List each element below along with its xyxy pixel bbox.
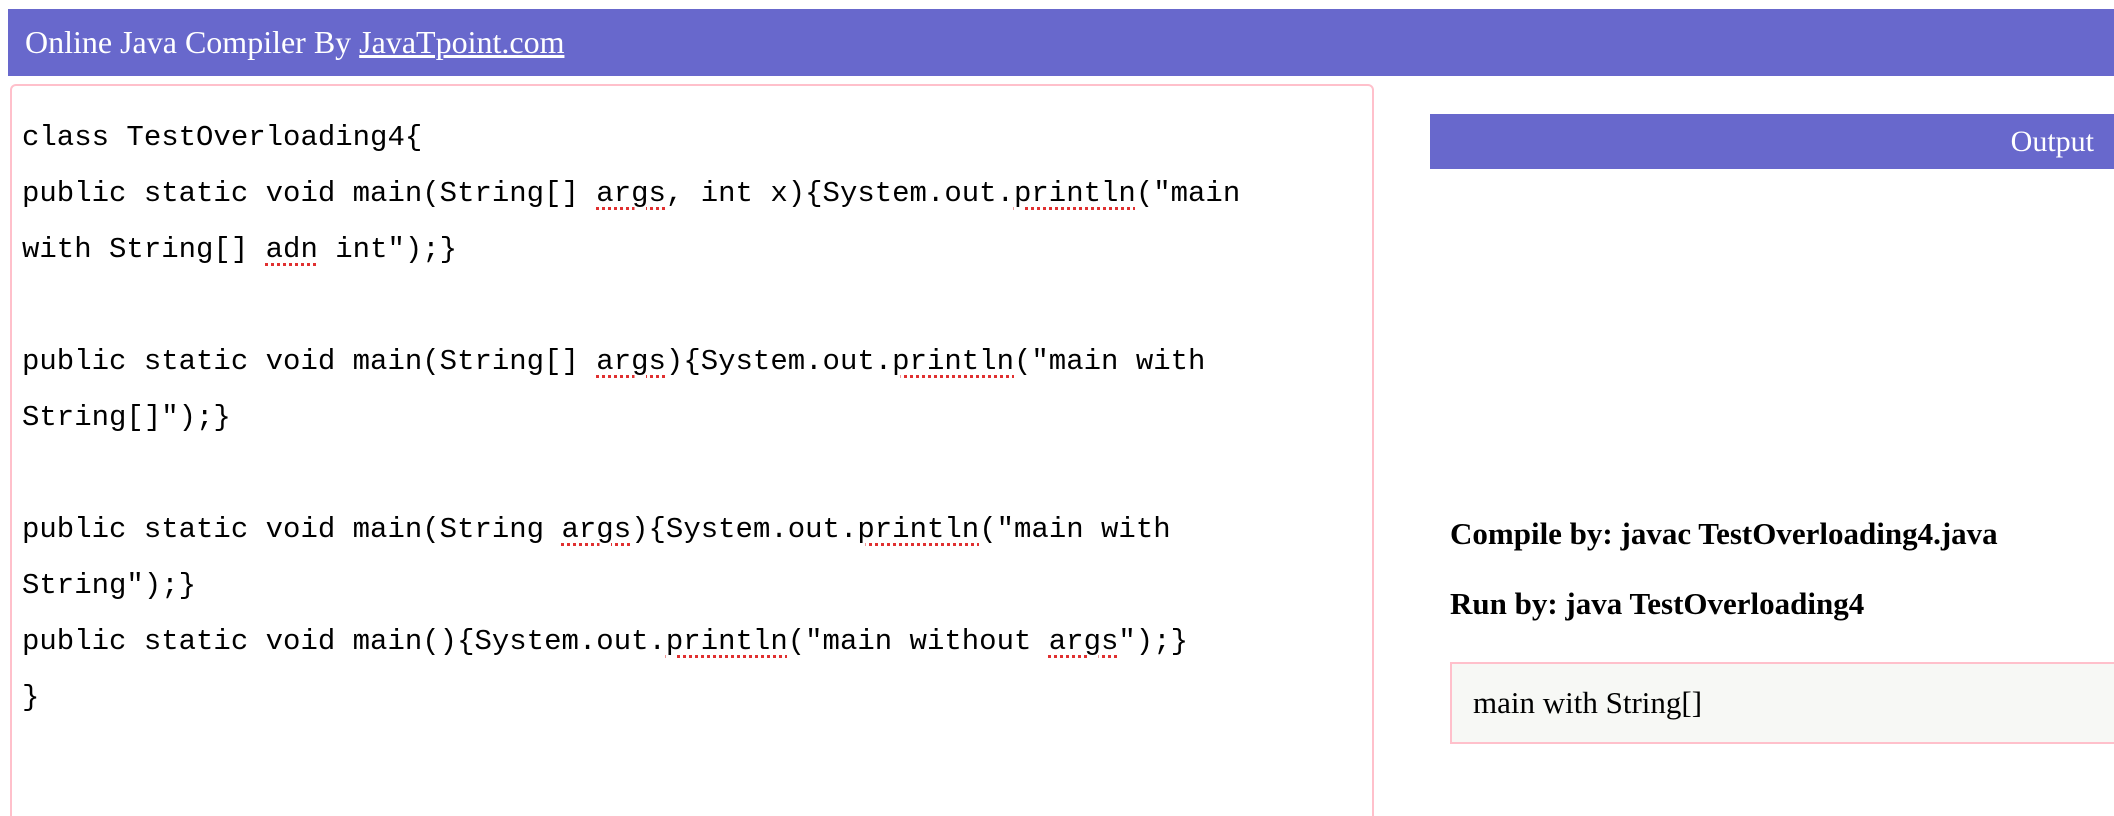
- code-token: , int x){System.out.: [665, 177, 1014, 210]
- code-token: ("main without: [787, 625, 1049, 658]
- code-token: class TestOverloading4{: [22, 121, 423, 154]
- code-token: int");}: [317, 233, 458, 266]
- spellcheck-token: println: [857, 513, 980, 546]
- header-title: Online Java Compiler By: [25, 24, 360, 60]
- output-header: Output: [1430, 114, 2114, 169]
- code-line: public static void main(String[] args){S…: [22, 334, 1352, 390]
- output-result-box: main with String[]: [1450, 662, 2114, 744]
- code-token: String");}: [22, 569, 197, 602]
- top-header-bar: Online Java Compiler By JavaTpoint.com: [8, 9, 2114, 76]
- code-line: String");}: [22, 558, 1352, 614]
- code-token: ){System.out.: [665, 345, 893, 378]
- spellcheck-token: args: [596, 177, 666, 210]
- code-line: with String[] adn int");}: [22, 222, 1352, 278]
- output-result-text: main with String[]: [1473, 685, 1703, 720]
- code-line: public static void main(String[] args, i…: [22, 166, 1352, 222]
- code-line: }: [22, 670, 1352, 726]
- javatpoint-link[interactable]: JavaTpoint.com: [359, 24, 564, 60]
- code-token: ){System.out.: [631, 513, 858, 546]
- compile-command: Compile by: javac TestOverloading4.java: [1450, 516, 1998, 551]
- spellcheck-token: println: [892, 345, 1014, 378]
- code-token: with String[]: [22, 233, 266, 266]
- code-token: public static void main(String[]: [22, 177, 597, 210]
- code-token: ("main: [1135, 177, 1241, 210]
- spellcheck-token: args: [561, 513, 632, 546]
- spellcheck-token: println: [665, 625, 788, 658]
- code-token: ");}: [1118, 625, 1189, 658]
- code-token: ("main with: [979, 513, 1171, 546]
- code-line: String[]");}: [22, 390, 1352, 446]
- spellcheck-token: adn: [265, 233, 318, 266]
- code-token: public static void main(){System.out.: [22, 625, 666, 658]
- spellcheck-token: args: [596, 345, 666, 378]
- code-token: public static void main(String: [22, 513, 562, 546]
- code-line: class TestOverloading4{: [22, 110, 1352, 166]
- code-line: public static void main(String args){Sys…: [22, 502, 1352, 558]
- code-token: ("main with: [1014, 345, 1206, 378]
- code-text[interactable]: class TestOverloading4{ public static voi…: [22, 110, 1352, 726]
- code-line: public static void main(){System.out.pri…: [22, 614, 1352, 670]
- code-token: }: [22, 681, 40, 714]
- run-command: Run by: java TestOverloading4: [1450, 586, 1865, 621]
- output-label: Output: [2010, 125, 2094, 158]
- spellcheck-token: println: [1013, 177, 1136, 210]
- spellcheck-token: args: [1048, 625, 1119, 658]
- code-token: public static void main(String[]: [22, 345, 597, 378]
- code-token: String[]");}: [22, 401, 231, 434]
